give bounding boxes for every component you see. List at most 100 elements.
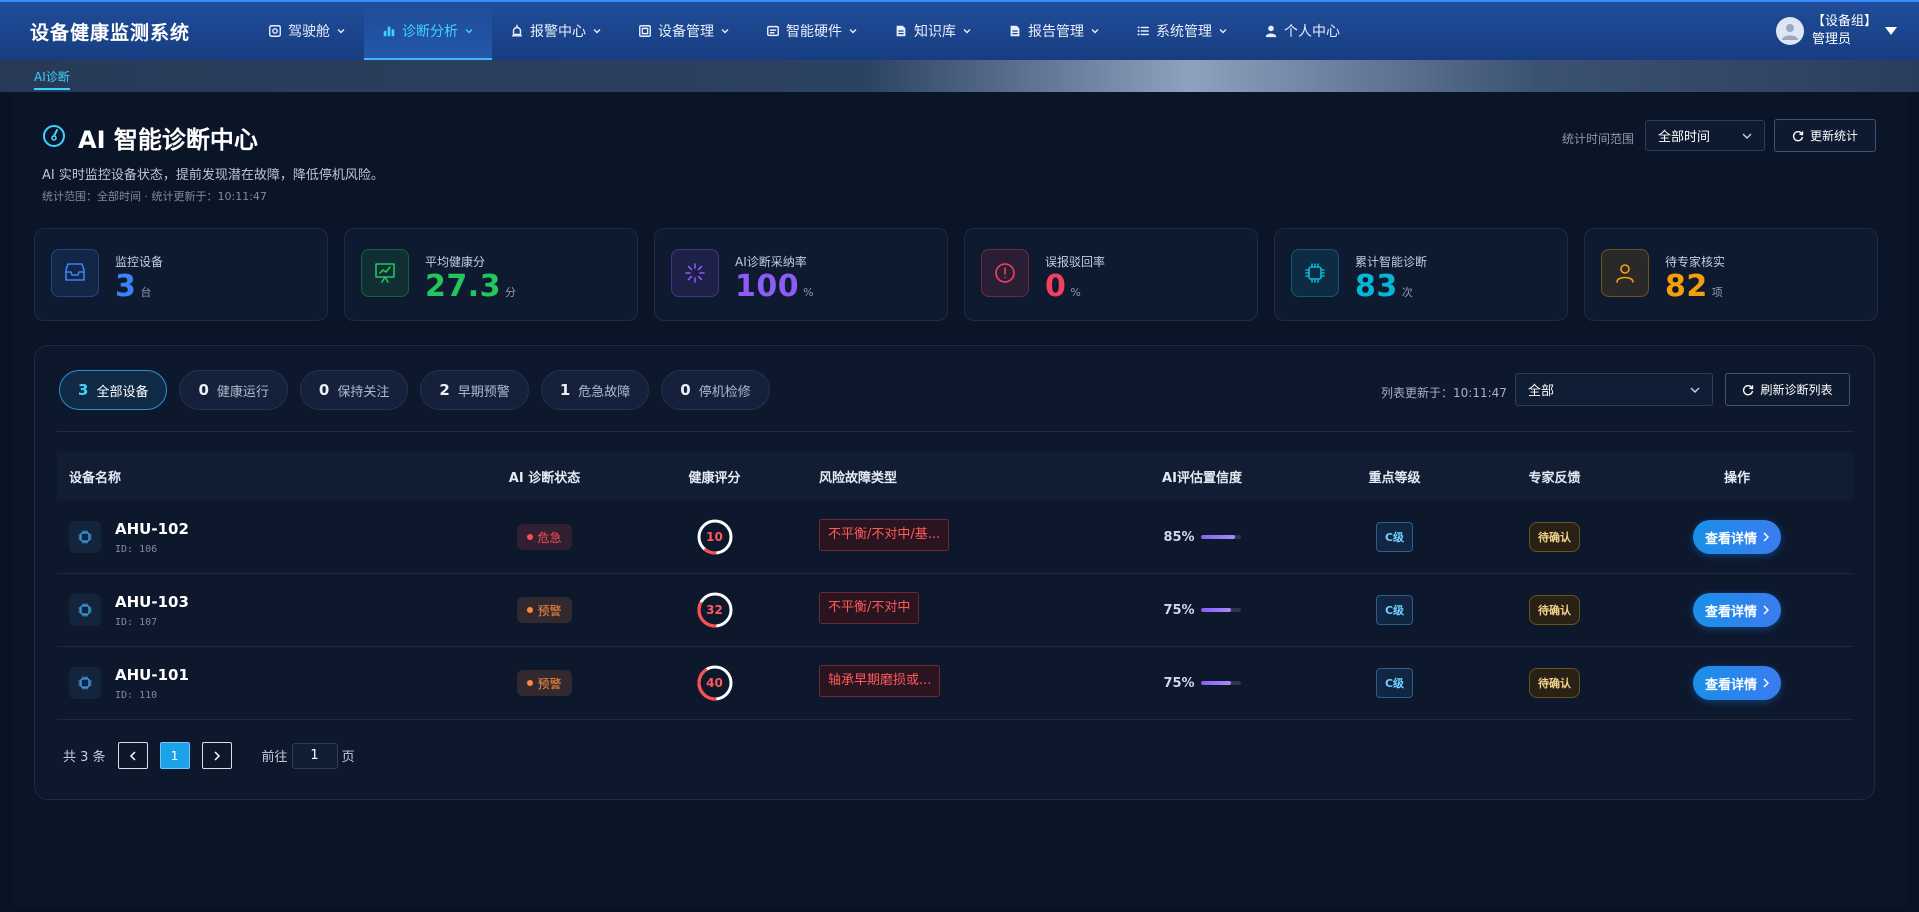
risk-cell: 轴承早期磨损或... — [797, 665, 1067, 701]
stat-value-wrap: 0% — [1045, 269, 1081, 304]
nav-item-4[interactable]: 智能硬件 — [748, 2, 876, 60]
next-page-button[interactable] — [201, 742, 232, 769]
nav-item-1[interactable]: 诊断分析 — [364, 2, 492, 60]
stat-label: 监控设备 — [115, 255, 164, 269]
page-tabs: AI诊断 — [0, 60, 1919, 92]
risk-cell: 不平衡/不对中 — [797, 592, 1067, 628]
nav-item-2[interactable]: 报警中心 — [492, 2, 620, 60]
table-row[interactable]: AHU-102 ID: 106 危急 10 不平衡/不对中/基... 85% C… — [57, 501, 1854, 574]
page-number[interactable]: 1 — [159, 742, 190, 769]
priority-level-badge: C级 — [1376, 522, 1413, 552]
filter-label: 保持关注 — [337, 384, 390, 400]
filter-count: 0 — [680, 381, 691, 399]
top-navigation-bar: 设备健康监测系统 驾驶舱 诊断分析 报警中心 设备管理 智能硬件 知识库 报告管理 系统管理 个… — [0, 0, 1919, 60]
nav-label: 知识库 — [914, 24, 956, 40]
view-details-label: 查看详情 — [1704, 531, 1757, 547]
chevron-down-icon — [962, 26, 972, 36]
stat-label: AI诊断采纳率 — [735, 255, 807, 269]
chevron-right-icon — [1763, 678, 1769, 688]
view-details-button[interactable]: 查看详情 — [1693, 593, 1781, 627]
stat-value-wrap: 27.3 分 — [425, 269, 517, 304]
filter-pill-4[interactable]: 1 危急故障 — [540, 370, 650, 410]
chevron-right-icon — [1763, 605, 1769, 615]
confidence-bar — [1200, 608, 1241, 612]
chevron-right-icon — [214, 750, 220, 761]
filter-pill-3[interactable]: 2 早期预警 — [420, 370, 529, 410]
stat-unit: % — [1070, 286, 1082, 299]
status-dot — [527, 680, 534, 686]
chevron-down-icon — [464, 26, 474, 36]
device-name: AHU-103 — [115, 592, 189, 611]
update-stats-button[interactable]: 更新统计 — [1774, 119, 1876, 152]
caret-down-icon[interactable] — [1885, 27, 1897, 35]
status-cell: 危急 — [457, 524, 632, 550]
filter-label: 危急故障 — [578, 384, 631, 400]
filter-label: 停机检修 — [698, 384, 751, 400]
divider — [57, 431, 1854, 432]
health-score-ring: 10 — [695, 517, 735, 557]
status-filter-group: 3 全部设备 0 健康运行 0 保持关注 2 早期预警 1 危急故障 0 停机检修 — [59, 370, 770, 410]
nav-item-7[interactable]: 系统管理 — [1118, 2, 1246, 60]
filter-pill-5[interactable]: 0 停机检修 — [661, 370, 770, 410]
filter-pill-2[interactable]: 0 保持关注 — [299, 370, 409, 410]
stats-meta: 统计范围：全部时间 · 统计更新于：10:11:47 — [42, 190, 267, 203]
col-priority-level: 重点等级 — [1368, 470, 1421, 486]
stat-value: 100 — [735, 269, 800, 304]
presentation-chart-icon — [361, 249, 409, 297]
nav-item-3[interactable]: 设备管理 — [620, 2, 748, 60]
level-cell: C级 — [1337, 595, 1452, 625]
filter-pill-1[interactable]: 0 健康运行 — [179, 370, 288, 410]
app-title: 设备健康监测系统 — [30, 21, 191, 44]
stat-unit: 次 — [1401, 286, 1414, 299]
user-info[interactable]: 【设备组】 管理员 — [1812, 13, 1877, 49]
confidence-cell: 75% — [1067, 676, 1337, 691]
status-cell: 预警 — [457, 670, 632, 696]
filter-count: 0 — [318, 381, 330, 399]
user-menu[interactable]: 【设备组】 管理员 — [1775, 13, 1919, 49]
view-details-button[interactable]: 查看详情 — [1693, 520, 1781, 554]
stat-value: 3 — [115, 269, 137, 304]
table-header: 设备名称 AI 诊断状态 健康评分 风险故障类型 AI评估置信度 重点等级 专家… — [57, 452, 1854, 500]
refresh-list-button[interactable]: 刷新诊断列表 — [1725, 373, 1850, 406]
nav-item-5[interactable]: 知识库 — [876, 2, 990, 60]
refresh-icon — [1743, 384, 1754, 395]
book-icon — [894, 24, 908, 38]
col-risk-type: 风险故障类型 — [819, 470, 898, 486]
pagination: 共 3 条 1 前往 页 — [63, 742, 355, 769]
stat-card-3: 误报驳回率 0% — [964, 228, 1258, 321]
view-details-label: 查看详情 — [1704, 677, 1757, 693]
page-title: AI 智能诊断中心 — [78, 126, 258, 154]
nav-item-6[interactable]: 报告管理 — [990, 2, 1118, 60]
goto-label: 前往 — [261, 750, 288, 765]
chevron-down-icon — [1690, 387, 1700, 393]
status-cell: 预警 — [457, 597, 632, 623]
time-range-select[interactable]: 全部时间 — [1645, 120, 1765, 151]
prev-page-button[interactable] — [117, 742, 148, 769]
stat-value: 27.3 — [425, 269, 502, 304]
stat-card-2: AI诊断采纳率 100% — [654, 228, 948, 321]
list-filter-select[interactable]: 全部 — [1515, 373, 1713, 406]
score-cell: 10 — [632, 517, 797, 557]
filter-pill-0[interactable]: 3 全部设备 — [59, 370, 168, 410]
nav-item-8[interactable]: 个人中心 — [1246, 2, 1358, 60]
diagnosis-list-panel: 3 全部设备 0 健康运行 0 保持关注 2 早期预警 1 危急故障 0 停机检修 列表更新于：10:… — [34, 345, 1875, 800]
table-row[interactable]: AHU-103 ID: 107 预警 32 不平衡/不对中 75% C级 待确认… — [57, 574, 1854, 647]
status-dot — [527, 607, 534, 613]
tab-ai-diagnosis[interactable]: AI诊断 — [34, 68, 70, 90]
device-info: AHU-103 ID: 107 — [115, 593, 189, 628]
risk-tag: 不平衡/不对中 — [819, 592, 920, 624]
view-details-button[interactable]: 查看详情 — [1693, 666, 1781, 700]
chart-bar-icon — [382, 24, 396, 38]
avatar[interactable] — [1775, 17, 1804, 45]
risk-tag: 不平衡/不对中/基... — [819, 519, 950, 551]
stat-card-5: 待专家核实 82 项 — [1584, 228, 1878, 321]
goto-page-input[interactable] — [291, 742, 338, 769]
table-row[interactable]: AHU-101 ID: 110 预警 40 轴承早期磨损或... 75% C级 … — [57, 647, 1854, 720]
stat-value-wrap: 100% — [735, 269, 814, 304]
stat-unit: 分 — [505, 286, 517, 299]
filter-label: 健康运行 — [216, 384, 269, 400]
nav-label: 设备管理 — [658, 24, 714, 40]
nav-item-0[interactable]: 驾驶舱 — [250, 2, 364, 60]
stat-label: 误报驳回率 — [1045, 255, 1106, 269]
status-text: 预警 — [537, 676, 562, 691]
